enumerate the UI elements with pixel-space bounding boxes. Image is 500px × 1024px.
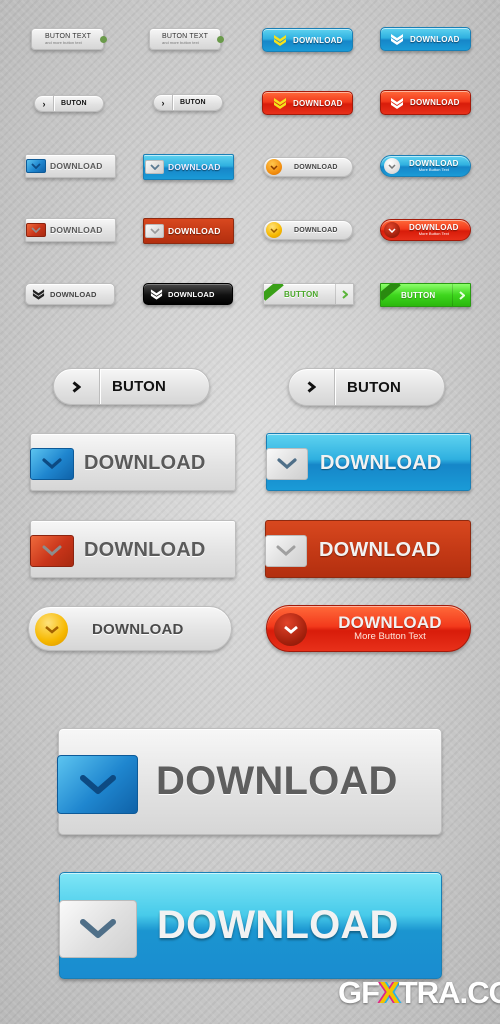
button-label: BUTON xyxy=(112,378,167,395)
chevron-right-circle-icon xyxy=(100,36,107,43)
buton-button-small-2[interactable]: › BUTON xyxy=(153,94,223,111)
button-label: DOWNLOAD xyxy=(50,225,103,235)
button-sub-text: More Button Text xyxy=(354,630,426,642)
chevron-down-icon xyxy=(59,900,137,958)
watermark-logo: GFXTRA.COM xyxy=(338,975,500,1011)
download-button-silver-red-medium[interactable]: DOWNLOAD xyxy=(30,520,236,578)
button-label: DOWNLOAD xyxy=(320,452,442,474)
button-sub-text: and more button text xyxy=(162,40,199,45)
download-button-silver-blue-medium[interactable]: DOWNLOAD xyxy=(30,433,236,491)
button-label: DOWNLOAD xyxy=(338,613,442,632)
chevron-down-icon xyxy=(266,448,308,480)
chevron-down-icon xyxy=(26,223,46,237)
download-button-blue-tile-small[interactable]: DOWNLOAD xyxy=(143,154,234,180)
button-label: DOWNLOAD xyxy=(50,289,97,299)
chevron-down-icon xyxy=(265,535,307,567)
button-label: DOWNLOAD xyxy=(156,759,398,803)
button-green[interactable]: BUTTON xyxy=(380,283,471,307)
double-chevron-down-icon xyxy=(391,97,403,109)
double-chevron-down-icon xyxy=(391,34,403,45)
download-button-red-pill-medium[interactable]: DOWNLOAD More Button Text xyxy=(266,605,471,652)
button-label: DOWNLOAD xyxy=(294,226,338,234)
button-label: DOWNLOAD xyxy=(84,452,206,474)
buton-button-medium-1[interactable]: BUTON xyxy=(53,368,210,405)
buton-button-small-1[interactable]: › BUTON xyxy=(34,95,104,112)
chevron-down-circle-icon xyxy=(266,159,282,175)
download-button-red-2[interactable]: DOWNLOAD xyxy=(380,90,471,115)
watermark-post: TRA.COM xyxy=(398,975,500,1010)
chevron-right-icon xyxy=(335,284,353,304)
double-chevron-down-icon xyxy=(32,289,45,300)
chevron-down-icon xyxy=(30,448,74,480)
chevron-down-circle-icon xyxy=(274,613,307,646)
button-sub-text: and more button text xyxy=(45,40,82,45)
download-button-rust-small[interactable]: DOWNLOAD xyxy=(143,218,234,244)
watermark-pre: GF xyxy=(338,975,380,1010)
download-button-blue-pill-sub[interactable]: DOWNLOAD More Button Text xyxy=(380,155,471,177)
button-label: DOWNLOAD xyxy=(319,539,441,561)
double-chevron-down-icon xyxy=(274,98,286,109)
button-label: BUTTON xyxy=(401,290,436,300)
download-button-blue-large[interactable]: DOWNLOAD xyxy=(59,872,442,979)
button-main-text: BUTON TEXT xyxy=(162,33,209,40)
button-label: DOWNLOAD xyxy=(157,903,399,947)
button-main-text: BUTON TEXT xyxy=(45,33,92,40)
chevron-right-icon: › xyxy=(42,98,46,109)
download-button-silver-pill-yellow[interactable]: DOWNLOAD xyxy=(263,220,353,240)
button-sub-text: More Button Text xyxy=(418,231,449,236)
watermark-x: X xyxy=(379,975,400,1010)
download-button-blue-medium[interactable]: DOWNLOAD xyxy=(266,433,471,491)
button-label: DOWNLOAD xyxy=(50,161,103,171)
buton-text-button-1[interactable]: BUTON TEXT and more button text xyxy=(31,28,104,50)
download-button-blue-1[interactable]: DOWNLOAD xyxy=(262,28,353,52)
chevron-down-icon xyxy=(145,160,164,174)
button-label: BUTON xyxy=(347,378,402,396)
chevron-down-circle-icon xyxy=(35,613,68,646)
button-label: DOWNLOAD xyxy=(293,98,343,108)
button-label: DOWNLOAD xyxy=(92,621,184,638)
button-sub-text: More Button Text xyxy=(418,167,449,172)
button-label: DOWNLOAD xyxy=(168,162,221,172)
download-button-silver-small[interactable]: DOWNLOAD xyxy=(25,283,115,305)
button-label: DOWNLOAD xyxy=(410,34,460,44)
download-button-silver-blue-small[interactable]: DOWNLOAD xyxy=(25,154,116,178)
chevron-down-icon xyxy=(145,224,164,238)
download-button-silver-large[interactable]: DOWNLOAD xyxy=(57,728,442,835)
download-button-black[interactable]: DOWNLOAD xyxy=(143,283,233,305)
ribbon-tag xyxy=(264,284,284,301)
chevron-down-circle-icon xyxy=(384,158,400,174)
chevron-down-circle-icon xyxy=(266,222,282,238)
chevron-right-icon: › xyxy=(161,97,165,108)
download-button-silver-red-small[interactable]: DOWNLOAD xyxy=(25,218,116,242)
chevron-down-icon xyxy=(57,755,138,814)
chevron-down-icon xyxy=(26,159,46,173)
download-button-rust-medium[interactable]: DOWNLOAD xyxy=(265,520,471,578)
chevron-down-circle-icon xyxy=(384,222,400,238)
button-label: DOWNLOAD xyxy=(294,163,338,171)
button-label: BUTON xyxy=(180,99,206,106)
button-label: DOWNLOAD xyxy=(168,289,215,299)
button-label: DOWNLOAD xyxy=(410,98,460,107)
button-label: BUTTON xyxy=(284,289,319,299)
chevron-right-icon xyxy=(289,381,334,393)
button-label: DOWNLOAD xyxy=(293,35,343,45)
button-label: DOWNLOAD xyxy=(168,226,221,236)
download-button-red-pill-sub[interactable]: DOWNLOAD More Button Text xyxy=(380,219,471,241)
button-silver-green[interactable]: BUTTON xyxy=(263,283,354,305)
chevron-right-icon xyxy=(452,284,470,306)
button-label: BUTON xyxy=(61,100,87,107)
chevron-right-circle-icon xyxy=(217,36,224,43)
download-button-blue-2[interactable]: DOWNLOAD xyxy=(380,27,471,51)
ribbon-tag xyxy=(381,284,401,301)
double-chevron-down-icon xyxy=(150,289,163,300)
buton-text-button-2[interactable]: BUTON TEXT and more button text xyxy=(149,28,221,50)
download-button-silver-pill-medium[interactable]: DOWNLOAD xyxy=(28,606,232,651)
download-button-silver-pill-orange[interactable]: DOWNLOAD xyxy=(263,157,353,177)
button-label: DOWNLOAD xyxy=(84,539,206,561)
chevron-right-icon xyxy=(54,380,99,393)
download-button-red-1[interactable]: DOWNLOAD xyxy=(262,91,353,115)
buton-button-medium-2[interactable]: BUTON xyxy=(288,368,445,406)
chevron-down-icon xyxy=(30,535,74,567)
double-chevron-down-icon xyxy=(274,35,286,46)
